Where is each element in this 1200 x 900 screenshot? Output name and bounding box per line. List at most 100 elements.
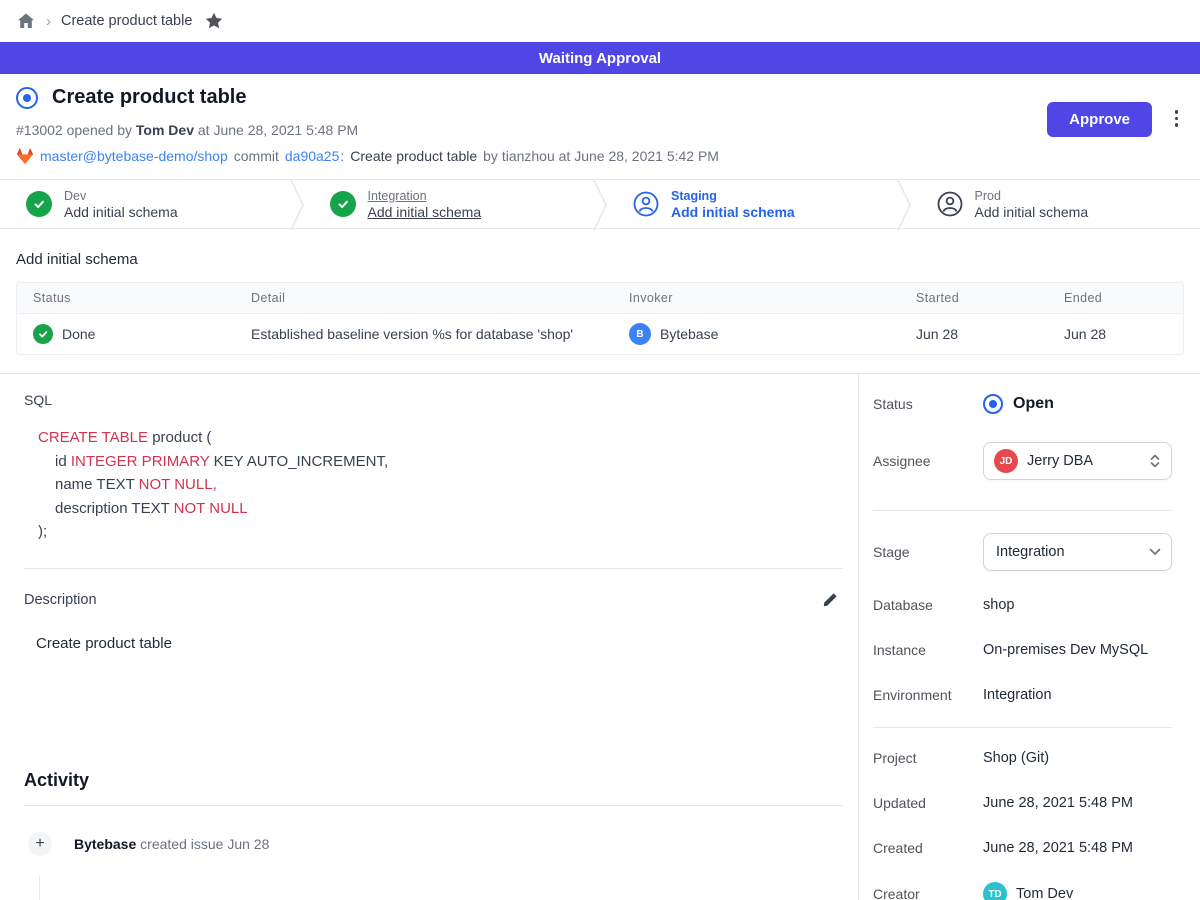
stage-env-label: Dev — [64, 189, 178, 203]
assignee-select[interactable]: JD Jerry DBA — [983, 442, 1172, 480]
sql-label: SQL — [24, 392, 843, 408]
pipeline: Dev Add initial schema Integration Add i… — [0, 179, 1200, 229]
status-label: Status — [873, 396, 983, 412]
stage-value: Integration — [994, 544, 1140, 560]
task-table: Status Detail Invoker Started Ended Done… — [16, 282, 1184, 355]
updated-label: Updated — [873, 795, 983, 811]
stage-staging[interactable]: Staging Add initial schema — [607, 180, 897, 228]
more-options-icon[interactable] — [1175, 110, 1179, 127]
updated-value: June 28, 2021 5:48 PM — [983, 795, 1133, 811]
activity-action: created issue Jun 28 — [140, 836, 269, 852]
divider — [24, 805, 843, 806]
database-label: Database — [873, 597, 983, 613]
activity-title: Activity — [24, 770, 843, 791]
stage-prod[interactable]: Prod Add initial schema — [911, 180, 1200, 228]
col-ended: Ended — [1048, 283, 1183, 313]
activity-timeline-line — [39, 876, 40, 900]
stage-dev[interactable]: Dev Add initial schema — [0, 180, 290, 228]
task-detail-cell: Established baseline version %s for data… — [235, 317, 613, 351]
assignee-pending-icon — [633, 191, 659, 217]
issue-author: Tom Dev — [136, 122, 194, 138]
stage-task-label: Add initial schema — [975, 204, 1089, 220]
sql-text: KEY AUTO_INCREMENT, — [209, 453, 388, 470]
issue-title: Create product table — [52, 86, 246, 109]
status-value: Open — [983, 394, 1054, 414]
col-invoker: Invoker — [613, 283, 900, 313]
created-label: Created — [873, 840, 983, 856]
task-invoker-cell: B Bytebase — [613, 314, 900, 354]
instance-label: Instance — [873, 642, 983, 658]
check-icon — [26, 191, 52, 217]
activity-actor: Bytebase — [74, 836, 136, 852]
breadcrumb-title[interactable]: Create product table — [61, 13, 192, 29]
assignee-pending-icon — [937, 191, 963, 217]
assignee-avatar: JD — [994, 449, 1018, 473]
stage-separator — [593, 180, 607, 228]
stage-task-label: Add initial schema — [368, 204, 482, 220]
sql-text: id — [55, 453, 71, 470]
stage-task-label: Add initial schema — [64, 204, 178, 220]
sql-code: CREATE TABLE product ( id INTEGER PRIMAR… — [38, 426, 843, 544]
creator-label: Creator — [873, 886, 983, 900]
description-label: Description — [24, 592, 97, 608]
issue-sidebar: Status Open Assignee JD Jerry DBA Stage … — [858, 374, 1200, 900]
check-icon — [33, 324, 53, 344]
sql-keyword: CREATE TABLE — [38, 429, 148, 446]
commit-author-time: by tianzhou at June 28, 2021 5:42 PM — [483, 148, 719, 164]
creator-name: Tom Dev — [1016, 886, 1073, 900]
status-text: Open — [1013, 395, 1054, 413]
main-panel: SQL CREATE TABLE product ( id INTEGER PR… — [0, 374, 858, 900]
task-status-text: Done — [62, 326, 95, 342]
stage-env-label: Staging — [671, 189, 795, 203]
plus-icon: + — [28, 832, 52, 856]
divider — [873, 727, 1172, 728]
issue-opened-time: at June 28, 2021 5:48 PM — [198, 122, 358, 138]
open-status-icon — [983, 394, 1003, 414]
sql-keyword: NOT NULL — [174, 500, 248, 517]
project-value: Shop (Git) — [983, 750, 1049, 766]
stage-select[interactable]: Integration — [983, 533, 1172, 571]
stage-separator — [290, 180, 304, 228]
activity-item: + Bytebase created issue Jun 28 — [28, 832, 843, 856]
sql-text: product ( — [148, 429, 211, 446]
gitlab-icon — [16, 147, 34, 165]
environment-label: Environment — [873, 687, 983, 703]
environment-value: Integration — [983, 687, 1052, 703]
stage-env-label: Prod — [975, 189, 1089, 203]
chevron-down-icon — [1149, 548, 1161, 556]
stage-integration[interactable]: Integration Add initial schema — [304, 180, 594, 228]
bytebase-avatar: B — [629, 323, 651, 345]
task-started-cell: Jun 28 — [900, 317, 1048, 351]
approve-button[interactable]: Approve — [1047, 102, 1152, 137]
star-icon[interactable] — [204, 11, 224, 31]
stage-task-label: Add initial schema — [671, 204, 795, 220]
issue-id-text: #13002 opened by — [16, 122, 132, 138]
creator-value: TD Tom Dev — [983, 882, 1073, 900]
table-row: Done Established baseline version %s for… — [17, 314, 1183, 354]
col-detail: Detail — [235, 283, 613, 313]
task-status-cell: Done — [17, 315, 235, 353]
col-started: Started — [900, 283, 1048, 313]
sql-keyword: INTEGER PRIMARY — [71, 453, 210, 470]
chevron-right-icon: › — [46, 13, 51, 30]
branch-repo-link[interactable]: master@bytebase-demo/shop — [40, 148, 228, 164]
task-invoker-text: Bytebase — [660, 326, 718, 342]
status-banner: Waiting Approval — [0, 42, 1200, 74]
commit-hash-link[interactable]: da90a25 — [285, 148, 340, 164]
updown-chevron-icon — [1149, 454, 1161, 468]
database-value: shop — [983, 597, 1014, 613]
sql-text: description TEXT — [55, 500, 174, 517]
task-ended-cell: Jun 28 — [1048, 317, 1183, 351]
issue-meta: #13002 opened by Tom Dev at June 28, 202… — [16, 122, 1184, 138]
edit-pencil-icon[interactable] — [821, 591, 839, 609]
sql-keyword: NOT NULL, — [139, 476, 217, 493]
issue-open-icon — [16, 87, 38, 109]
check-icon — [330, 191, 356, 217]
task-table-header: Status Detail Invoker Started Ended — [17, 283, 1183, 314]
home-icon[interactable] — [16, 11, 36, 31]
divider — [873, 510, 1172, 511]
issue-header: Create product table #13002 opened by To… — [0, 74, 1200, 179]
task-section: Add initial schema Status Detail Invoker… — [0, 229, 1200, 373]
stage-separator — [897, 180, 911, 228]
commit-colon: : — [340, 148, 344, 164]
